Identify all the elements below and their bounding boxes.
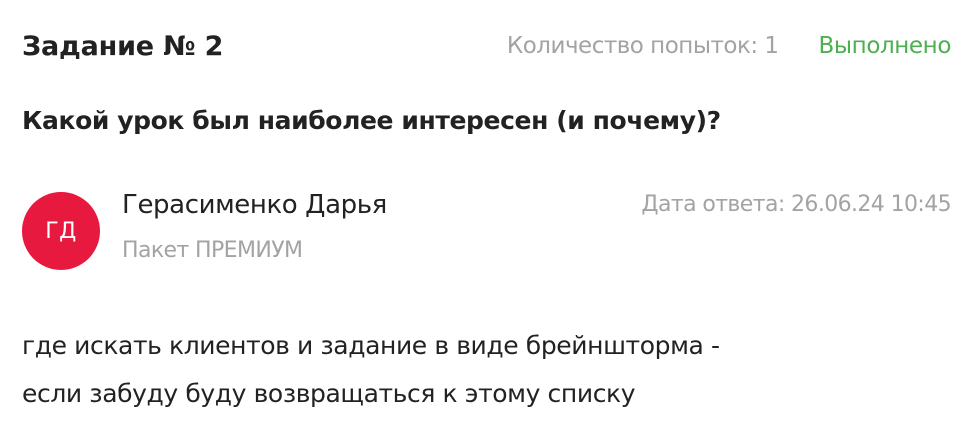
- task-meta: Количество попыток: 1 Выполнено: [507, 33, 951, 59]
- status-label: Выполнено: [818, 33, 952, 59]
- answer-text: где искать клиентов и задание в виде бре…: [22, 322, 952, 418]
- author-name[interactable]: Герасименко Дарья: [122, 190, 387, 220]
- task-title: Задание № 2: [22, 30, 224, 62]
- task-answer-card: Задание № 2 Количество попыток: 1 Выполн…: [0, 0, 969, 439]
- answer-date: Дата ответа: 26.06.24 10:45: [641, 192, 951, 217]
- answer-line: если забуду буду возвращаться к этому сп…: [22, 379, 636, 408]
- author-package: Пакет ПРЕМИУМ: [122, 238, 303, 263]
- task-question: Какой урок был наиболее интересен (и поч…: [22, 106, 721, 135]
- attempts-count: Количество попыток: 1: [506, 33, 779, 59]
- answer-author: ГД Герасименко Дарья Пакет ПРЕМИУМ Дата …: [22, 186, 952, 276]
- avatar[interactable]: ГД: [22, 192, 100, 270]
- task-header: Задание № 2 Количество попыток: 1 Выполн…: [22, 26, 951, 66]
- avatar-initials: ГД: [45, 218, 77, 244]
- answer-line: где искать клиентов и задание в виде бре…: [22, 331, 720, 360]
